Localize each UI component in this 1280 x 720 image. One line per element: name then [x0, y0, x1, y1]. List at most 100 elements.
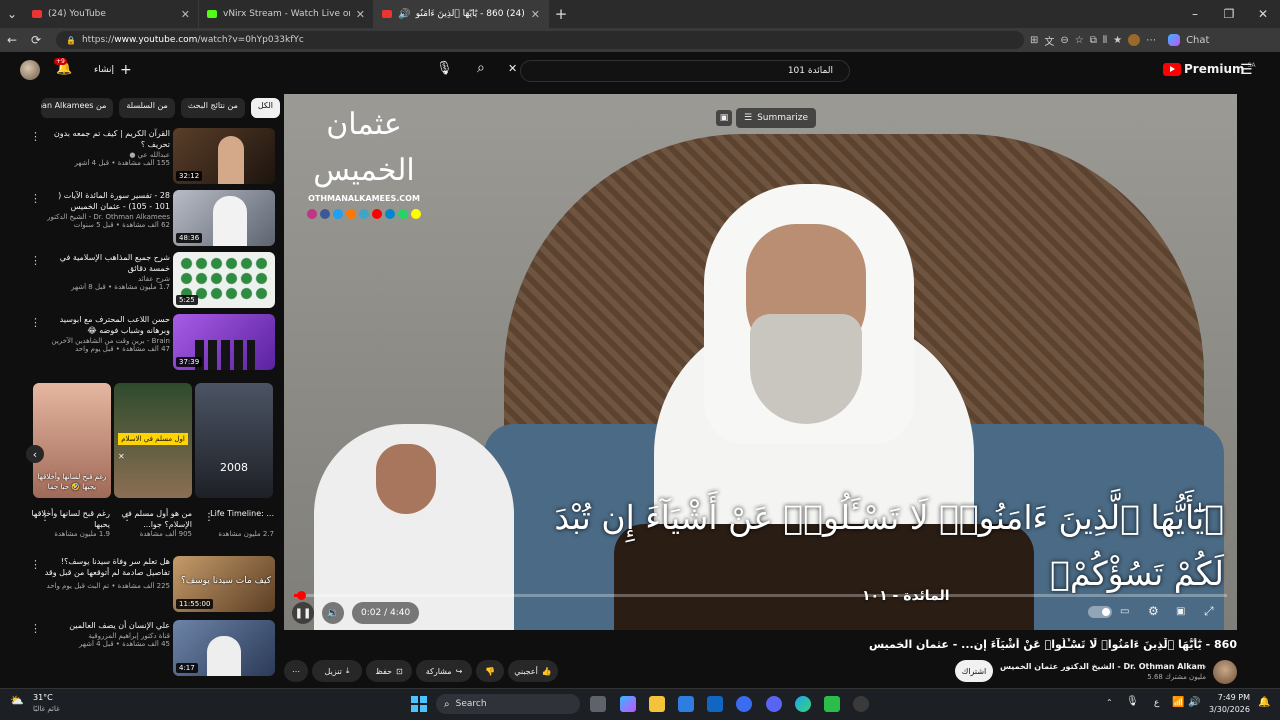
subtitles-icon[interactable]: ▭: [1120, 606, 1129, 617]
url-input[interactable]: 🔒 https://www.youtube.com/watch?v=0hYp03…: [56, 31, 1024, 49]
new-tab-icon[interactable]: +: [549, 2, 573, 26]
share-button[interactable]: مشاركة ↪: [416, 660, 472, 682]
miniplayer-icon[interactable]: ▣: [1176, 606, 1185, 617]
video-thumbnail[interactable]: 32:12: [173, 128, 275, 184]
summarize-button[interactable]: ☰ Summarize: [736, 108, 817, 128]
video-thumbnail[interactable]: 5:25: [173, 252, 275, 308]
subscribe-button[interactable]: اشتراك: [955, 660, 993, 682]
chip-from-series[interactable]: من السلسلة: [119, 98, 175, 118]
list-item[interactable]: 32:12 القرآن الكريم | كيف تم جمعه بدون ت…: [30, 128, 275, 184]
close-tab-icon[interactable]: ✕: [181, 8, 190, 21]
favorites-bar-icon[interactable]: ★: [1113, 35, 1122, 46]
edge-icon[interactable]: [795, 696, 811, 712]
close-tab-icon[interactable]: ✕: [356, 8, 365, 21]
extensions-icon[interactable]: ⧉: [1090, 35, 1097, 46]
video-title[interactable]: القرآن الكريم | كيف تم جمعه بدون تحريف ؟: [44, 128, 170, 150]
clock-time[interactable]: 7:49 PM: [1210, 693, 1250, 702]
chip-from-search[interactable]: من نتائج البحث: [180, 98, 245, 118]
autoplay-toggle[interactable]: [1088, 606, 1112, 618]
favorite-icon[interactable]: ☆: [1075, 35, 1084, 46]
volume-button[interactable]: 🔉: [322, 602, 344, 624]
channel-name[interactable]: Brain - برين وقت من الشاهدين الآخرين: [44, 337, 170, 345]
app-record-icon[interactable]: [853, 696, 869, 712]
browser-tab-video[interactable]: 🔊 (24) 860 - يَٰٓأَيُّهَا ٱلَّذِينَ ءَام…: [374, 0, 549, 28]
more-icon[interactable]: ⋯: [1146, 35, 1156, 46]
apps-icon[interactable]: ⊞: [1030, 35, 1038, 46]
video-title[interactable]: شرح جميع المذاهب الإسلامية في خمسة دقائق: [44, 252, 170, 274]
store-icon[interactable]: [678, 696, 694, 712]
volume-icon[interactable]: 🔊: [1188, 697, 1200, 708]
video-thumbnail[interactable]: 48:36: [173, 190, 275, 246]
translate-icon[interactable]: 文: [1044, 33, 1054, 48]
language-indicator[interactable]: ع: [1154, 698, 1159, 708]
fullscreen-icon[interactable]: ⤢: [1204, 604, 1214, 619]
discord-icon[interactable]: [766, 696, 782, 712]
close-tab-icon[interactable]: ✕: [531, 8, 540, 21]
browser-tab-youtube[interactable]: (24) YouTube ✕: [24, 0, 199, 28]
progress-scrubber[interactable]: [296, 591, 306, 600]
short-thumbnail[interactable]: رغم قبح لسانها وأخلاقها يحبها 🤣 حبا جما: [33, 383, 111, 498]
video-title[interactable]: علي الإنسان أن يصف العالمين: [44, 620, 170, 631]
search-icon[interactable]: ⌕: [477, 60, 485, 76]
app-green-icon[interactable]: [824, 696, 840, 712]
close-shorts-icon[interactable]: ✕: [118, 452, 125, 461]
video-thumbnail[interactable]: 4:17: [173, 620, 275, 676]
back-icon[interactable]: ←: [0, 28, 24, 52]
shorts-prev-icon[interactable]: ‹: [26, 445, 44, 463]
menu-icon[interactable]: ☰: [1240, 62, 1253, 78]
close-window-icon[interactable]: ✕: [1246, 2, 1280, 26]
list-item[interactable]: 37:39 حسن اللاعب المحترف مع ابوسيد وبرها…: [30, 314, 275, 370]
short-more-icon[interactable]: ⋮: [204, 512, 214, 523]
more-actions-button[interactable]: ⋯: [284, 660, 308, 682]
maximize-icon[interactable]: ❐: [1212, 2, 1246, 26]
zoom-icon[interactable]: ⊖: [1060, 35, 1068, 46]
video-title[interactable]: 28 - تفسير سورة المائدة الآيات ( 101 - 1…: [44, 190, 170, 212]
short-more-icon[interactable]: ⋮: [122, 512, 132, 523]
pause-button[interactable]: ❚❚: [292, 602, 314, 624]
notification-bell-icon[interactable]: 🔔: [1258, 697, 1270, 708]
list-item[interactable]: 4:17 علي الإنسان أن يصف العالمين قناة دك…: [30, 620, 275, 676]
app-icon[interactable]: [736, 696, 752, 712]
chip-from-channel[interactable]: من Othman Alkamees: [41, 98, 114, 118]
save-button[interactable]: حفظ ⊡: [366, 660, 412, 682]
outlook-icon[interactable]: [707, 696, 723, 712]
search-input[interactable]: المائدة 101: [520, 60, 850, 82]
download-button[interactable]: تنزيل ⤓: [312, 660, 362, 682]
browser-tab-kick[interactable]: vNirx Stream - Watch Live on Kick ✕: [199, 0, 374, 28]
copilot-icon[interactable]: [620, 696, 636, 712]
settings-icon[interactable]: ⚙: [1148, 604, 1159, 618]
short-more-icon[interactable]: ⋮: [40, 512, 50, 523]
more-actions-icon[interactable]: ⋮: [30, 192, 41, 205]
copilot-chat-label[interactable]: Chat: [1186, 35, 1209, 46]
video-thumbnail[interactable]: 37:39: [173, 314, 275, 370]
channel-name[interactable]: شرح عقائد: [44, 275, 170, 283]
start-icon[interactable]: [411, 696, 427, 712]
chip-all[interactable]: الكل: [250, 98, 280, 118]
weather-icon[interactable]: ⛅: [10, 694, 24, 707]
dislike-button[interactable]: 👎: [476, 660, 504, 682]
more-actions-icon[interactable]: ⋮: [30, 558, 41, 571]
short-thumbnail[interactable]: 2008: [195, 383, 273, 498]
tray-expand-icon[interactable]: ⌃: [1106, 698, 1113, 707]
task-view-icon[interactable]: [590, 696, 606, 712]
short-thumbnail[interactable]: اول مسلم في الاسلام: [114, 383, 192, 498]
copilot-icon[interactable]: [1168, 34, 1181, 46]
channel-name[interactable]: عبدالله عي ●: [44, 151, 170, 159]
clock-date[interactable]: 3/30/2026: [1206, 705, 1250, 714]
minimize-icon[interactable]: –: [1178, 2, 1212, 26]
list-item[interactable]: 48:36 28 - تفسير سورة المائدة الآيات ( 1…: [30, 190, 275, 246]
more-actions-icon[interactable]: ⋮: [30, 316, 41, 329]
split-screen-icon[interactable]: ⫴: [1103, 35, 1107, 46]
wifi-icon[interactable]: 📶: [1172, 697, 1184, 708]
clear-search-icon[interactable]: ✕: [508, 62, 517, 75]
voice-search-icon[interactable]: 🎙: [436, 61, 453, 76]
taskbar-search[interactable]: ⌕ Search: [436, 694, 580, 714]
video-title[interactable]: حسن اللاعب المحترف مع ابوسيد وبرهانه وشب…: [44, 314, 170, 336]
speaker-icon[interactable]: 🔊: [398, 9, 410, 20]
refresh-icon[interactable]: ⟳: [24, 28, 48, 52]
channel-name[interactable]: قناة دكتور إبراهيم المزروقية: [44, 632, 170, 640]
like-button[interactable]: أعجبني 👍: [508, 660, 558, 682]
avatar[interactable]: [20, 60, 40, 80]
channel-name[interactable]: الشيخ الدكتور عثمان الخميس - Dr. Othman …: [1000, 662, 1206, 671]
channel-avatar[interactable]: [1213, 660, 1237, 684]
